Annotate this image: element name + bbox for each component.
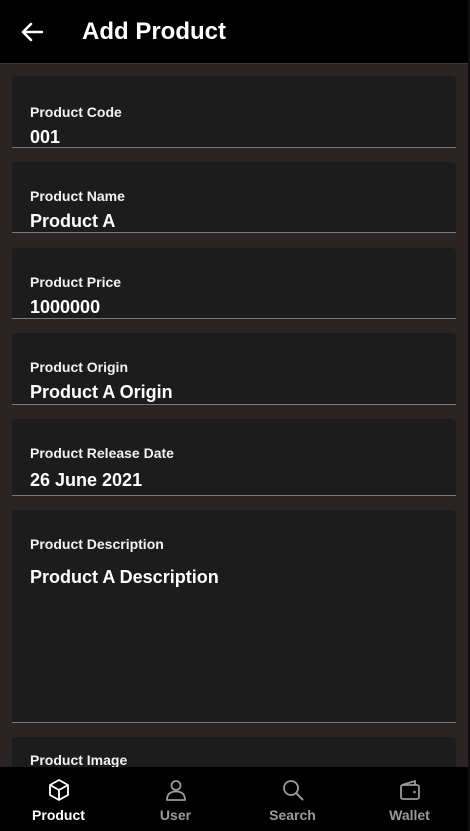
nav-label: Search <box>269 807 316 823</box>
field-label: Product Release Date <box>30 445 174 461</box>
field-value[interactable]: 1000000 <box>30 295 100 319</box>
wallet-icon <box>397 777 423 803</box>
field-value[interactable]: Product A <box>30 209 115 233</box>
page-title: Add Product <box>82 18 226 45</box>
field-label: Product Image <box>30 752 128 767</box>
product-description-field[interactable]: Product Description Product A Descriptio… <box>12 510 456 723</box>
field-value[interactable]: 26 June 2021 <box>30 468 142 492</box>
product-image-field[interactable]: Product Image <box>12 737 456 767</box>
field-label: Product Name <box>30 188 125 204</box>
cube-icon <box>46 777 72 803</box>
field-value[interactable]: Product A Origin <box>30 380 173 404</box>
product-release-date-field[interactable]: Product Release Date 26 June 2021 <box>12 419 456 496</box>
app-bar: Add Product <box>0 0 468 64</box>
product-price-field[interactable]: Product Price 1000000 <box>12 248 456 319</box>
nav-label: User <box>159 807 192 823</box>
nav-item-user[interactable]: User <box>117 767 234 831</box>
field-value[interactable]: 001 <box>30 125 60 149</box>
product-name-field[interactable]: Product Name Product A <box>12 162 456 233</box>
field-value[interactable]: Product A Description <box>30 565 219 589</box>
field-label: Product Code <box>30 104 122 120</box>
search-icon <box>280 777 306 803</box>
user-icon <box>163 777 189 803</box>
field-label: Product Description <box>30 536 164 552</box>
nav-item-wallet[interactable]: Wallet <box>351 767 468 831</box>
nav-item-product[interactable]: Product <box>0 767 117 831</box>
field-label: Product Origin <box>30 359 128 375</box>
back-button[interactable] <box>14 14 50 50</box>
arrow-left-icon <box>21 22 43 42</box>
bottom-navigation: Product User Search Wallet <box>0 767 468 831</box>
field-label: Product Price <box>30 274 122 290</box>
nav-item-search[interactable]: Search <box>234 767 351 831</box>
nav-label: Product <box>32 807 85 823</box>
product-form: Product Code 001 Product Name Product A … <box>0 64 468 767</box>
nav-label: Wallet <box>389 807 430 823</box>
product-code-field[interactable]: Product Code 001 <box>12 76 456 148</box>
product-origin-field[interactable]: Product Origin Product A Origin <box>12 333 456 405</box>
